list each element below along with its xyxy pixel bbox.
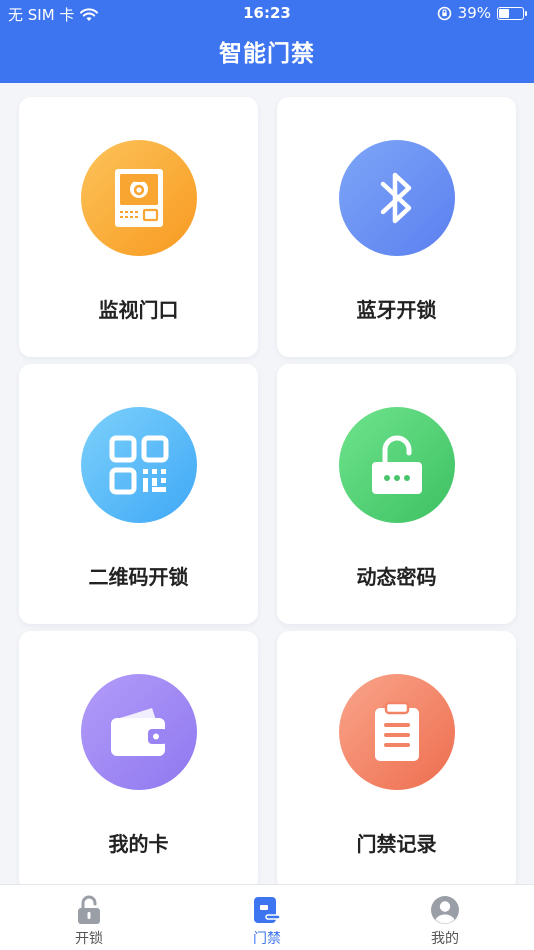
tab-label: 门禁 [253,931,281,947]
card-label: 蓝牙开锁 [356,298,437,322]
status-bar: 无 SIM 卡 16:23 39% [0,0,534,28]
qr-code-icon [109,435,169,495]
battery-fill [499,8,509,18]
feature-grid: 监视门口 蓝牙开锁 二维码开锁 动态密码 我的卡 门禁记录 [19,97,516,891]
tab-bar: 开锁 门禁 我的 [0,884,534,950]
profile-icon [431,896,459,924]
qr-unlock-card[interactable]: 二维码开锁 [19,364,258,624]
status-right: 39% [437,4,527,22]
card-label: 我的卡 [108,832,169,856]
door-access-icon [254,897,281,923]
my-card-icon-circle [81,674,197,790]
access-records-card[interactable]: 门禁记录 [277,631,516,891]
wallet-icon [111,708,167,756]
battery-percent: 39% [457,4,491,22]
tab-profile[interactable]: 我的 [356,885,534,950]
my-card-card[interactable]: 我的卡 [19,631,258,891]
lock-icon [78,895,100,924]
card-label: 监视门口 [98,298,179,322]
card-label: 动态密码 [356,565,437,589]
qr-code-icon-circle [81,407,197,523]
bluetooth-icon-circle [339,140,455,256]
access-records-icon-circle [339,674,455,790]
bluetooth-unlock-card[interactable]: 蓝牙开锁 [277,97,516,357]
tab-door-access[interactable]: 门禁 [178,885,356,950]
clipboard-icon [375,701,419,761]
monitor-door-card[interactable]: 监视门口 [19,97,258,357]
unlock-password-icon [372,435,422,494]
card-label: 二维码开锁 [88,565,189,589]
bluetooth-icon [380,172,412,224]
page-title: 智能门禁 [219,41,315,67]
nav-bar: 智能门禁 [0,28,534,83]
dynamic-password-icon-circle [339,407,455,523]
dynamic-password-card[interactable]: 动态密码 [277,364,516,624]
tab-label: 开锁 [75,931,103,947]
tab-unlock[interactable]: 开锁 [0,885,178,950]
intercom-icon [115,169,163,227]
monitor-door-icon-circle [81,140,197,256]
orientation-lock-icon [437,6,451,20]
card-label: 门禁记录 [356,832,437,856]
battery-icon [497,6,527,20]
tab-label: 我的 [431,931,459,947]
